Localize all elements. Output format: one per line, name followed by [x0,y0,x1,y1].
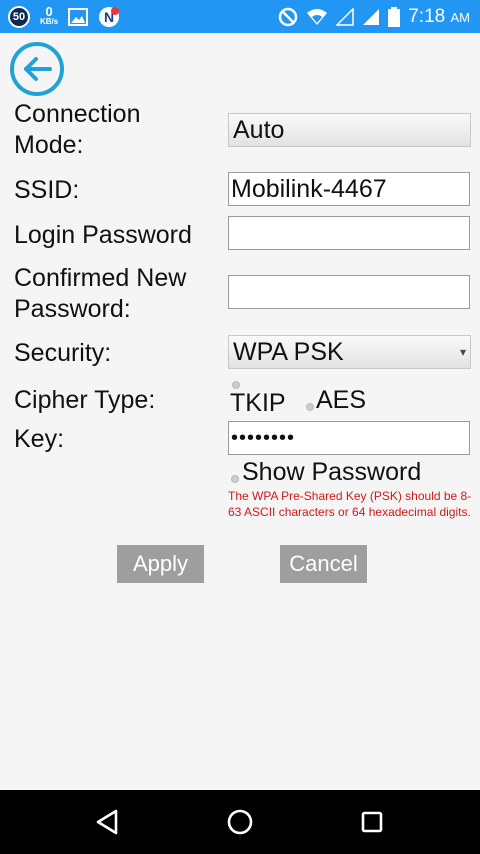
signal-icon [336,8,354,26]
confirm-password-label: Confirmed New Password: [14,264,187,323]
cipher-aes-radio[interactable] [306,403,314,411]
image-icon [68,8,89,26]
ssid-input[interactable]: Mobilink-4467 [228,172,470,206]
security-label: Security: [14,339,112,367]
connection-mode-value: Auto [233,116,285,144]
battery-icon [388,7,401,27]
back-arrow-icon [24,57,52,81]
login-password-input[interactable] [228,216,470,250]
navigation-bar [0,790,480,854]
show-password-label[interactable]: Show Password [242,457,421,487]
confirm-password-input[interactable] [228,275,470,309]
clock-time: 7:18 [408,6,446,27]
back-button[interactable] [10,42,64,96]
login-password-label: Login Password [14,221,192,249]
key-input[interactable]: •••••••• [228,421,470,455]
signal-icon [363,9,380,25]
key-label: Key: [14,425,65,453]
notification-n-icon: N [99,7,120,27]
network-speed: 0 KB/s [40,4,59,27]
ssid-label: SSID: [14,176,80,204]
apply-button[interactable]: Apply [117,545,204,583]
home-circle-icon[interactable] [224,806,256,838]
do-not-disturb-icon [278,7,298,27]
status-bar-right: 7:18 AM [278,4,470,30]
security-select[interactable]: WPA PSK ▾ [228,335,471,369]
network-speed-unit: KB/s [40,17,59,26]
connection-mode-select[interactable]: Auto [228,113,471,147]
cipher-aes-label[interactable]: AES [316,385,366,415]
status-bar-left: 50 0 KB/s N [8,4,120,30]
connection-mode-label: Connection Mode: [14,100,141,159]
wifi-icon [307,9,328,25]
show-password-checkbox[interactable] [231,475,239,483]
wifi-settings-form: Connection Mode: Auto SSID: Mobilink-446… [0,33,480,790]
network-speed-value: 0 [45,4,53,19]
security-value: WPA PSK [233,338,344,366]
psk-hint-text: The WPA Pre-Shared Key (PSK) should be 8… [228,489,472,519]
clock: 7:18 AM [408,6,470,28]
clock-ampm: AM [450,10,471,25]
back-triangle-icon[interactable] [92,806,124,838]
cipher-type-label: Cipher Type: [14,386,156,414]
dropdown-caret-icon: ▾ [459,345,466,359]
cancel-button[interactable]: Cancel [280,545,367,583]
recents-square-icon[interactable] [356,806,388,838]
cipher-tkip-label[interactable]: TKIP [230,388,286,418]
data-usage-badge: 50 [8,6,30,28]
status-bar: 50 0 KB/s N 7:18 AM [0,0,480,33]
